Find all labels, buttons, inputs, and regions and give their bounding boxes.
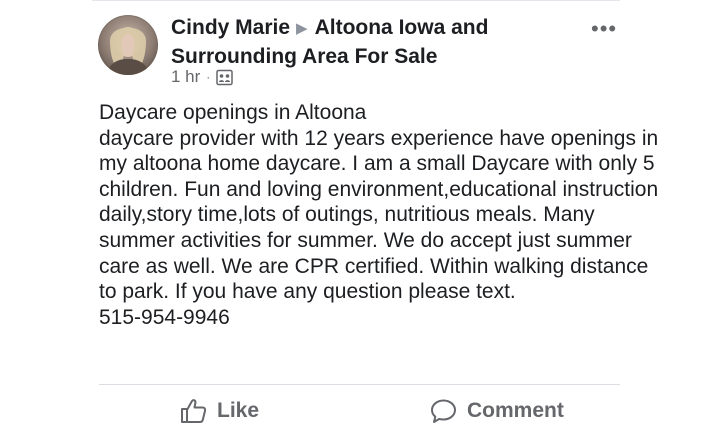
comment-bubble-icon: [431, 399, 456, 423]
meta-separator: ·: [206, 70, 211, 84]
group-members-icon: [216, 69, 234, 86]
post-timestamp[interactable]: 1 hr: [171, 67, 200, 87]
actions-divider: [99, 384, 620, 385]
shared-to-arrow-icon: ▶: [296, 20, 308, 37]
facebook-post: Cindy Marie ▶ Altoona Iowa and Surrounding…: [0, 0, 709, 432]
like-button[interactable]: Like: [180, 398, 259, 424]
post-body: Daycare openings in Altoona daycare prov…: [99, 101, 659, 329]
more-options-icon[interactable]: •••: [591, 18, 617, 40]
post-header: Cindy Marie ▶ Altoona Iowa and Surrounding…: [171, 14, 561, 70]
author-avatar[interactable]: [98, 15, 158, 75]
top-divider: [92, 0, 620, 1]
author-name[interactable]: Cindy Marie: [171, 16, 290, 39]
thumbs-up-icon: [181, 399, 207, 423]
post-meta: 1 hr ·: [171, 67, 234, 87]
avatar-image: [106, 27, 150, 75]
comment-label: Comment: [467, 399, 564, 422]
comment-button[interactable]: Comment: [430, 398, 564, 424]
like-label: Like: [217, 399, 260, 422]
